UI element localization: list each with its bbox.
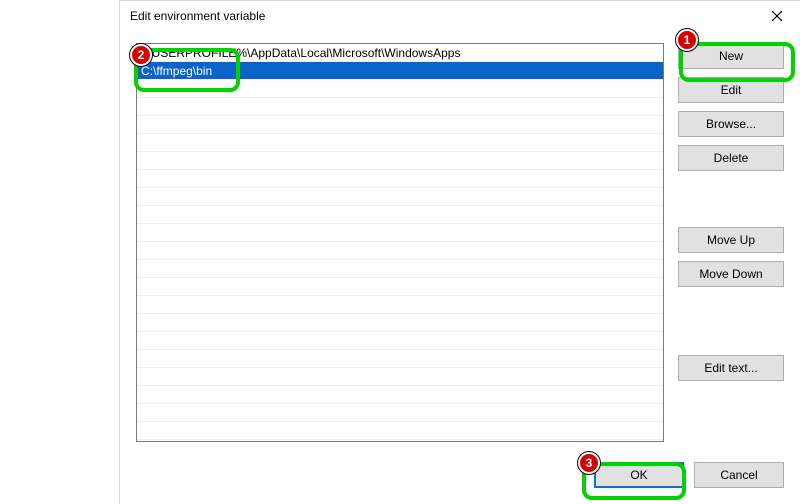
- path-listbox[interactable]: %USERPROFILE%\AppData\Local\Microsoft\Wi…: [136, 43, 664, 442]
- path-row[interactable]: [137, 152, 663, 170]
- close-button[interactable]: [754, 1, 800, 31]
- path-row[interactable]: [137, 188, 663, 206]
- dialog-window: Edit environment variable %USERPROFILE%\…: [119, 0, 800, 504]
- path-row[interactable]: [137, 350, 663, 368]
- path-row[interactable]: [137, 170, 663, 188]
- path-row[interactable]: [137, 224, 663, 242]
- path-row[interactable]: [137, 332, 663, 350]
- move-up-button[interactable]: Move Up: [678, 227, 784, 253]
- path-row[interactable]: %USERPROFILE%\AppData\Local\Microsoft\Wi…: [137, 44, 663, 62]
- path-row[interactable]: [137, 98, 663, 116]
- side-buttons: New Edit Browse... Delete Move Up Move D…: [678, 43, 784, 442]
- path-row[interactable]: [137, 422, 663, 440]
- window-title: Edit environment variable: [130, 9, 754, 23]
- path-row[interactable]: [137, 314, 663, 332]
- cancel-button[interactable]: Cancel: [694, 462, 784, 488]
- edit-button[interactable]: Edit: [678, 77, 784, 103]
- close-icon: [772, 11, 782, 21]
- path-row[interactable]: [137, 368, 663, 386]
- edit-text-button[interactable]: Edit text...: [678, 355, 784, 381]
- ok-button[interactable]: OK: [594, 462, 684, 488]
- footer: OK Cancel: [120, 454, 800, 504]
- path-row[interactable]: [137, 278, 663, 296]
- titlebar: Edit environment variable: [120, 1, 800, 31]
- path-row[interactable]: [137, 404, 663, 422]
- annotation-callout-2: 2: [130, 44, 152, 66]
- annotation-callout-1: 1: [676, 29, 698, 51]
- path-row[interactable]: [137, 116, 663, 134]
- path-row[interactable]: [137, 206, 663, 224]
- browse-button[interactable]: Browse...: [678, 111, 784, 137]
- delete-button[interactable]: Delete: [678, 145, 784, 171]
- path-row[interactable]: [137, 242, 663, 260]
- path-row[interactable]: [137, 296, 663, 314]
- dialog-body: %USERPROFILE%\AppData\Local\Microsoft\Wi…: [120, 31, 800, 454]
- path-row[interactable]: [137, 80, 663, 98]
- move-down-button[interactable]: Move Down: [678, 261, 784, 287]
- path-row[interactable]: [137, 386, 663, 404]
- path-row[interactable]: [137, 134, 663, 152]
- path-row[interactable]: C:\ffmpeg\bin: [137, 62, 663, 80]
- annotation-callout-3: 3: [578, 452, 600, 474]
- path-row[interactable]: [137, 260, 663, 278]
